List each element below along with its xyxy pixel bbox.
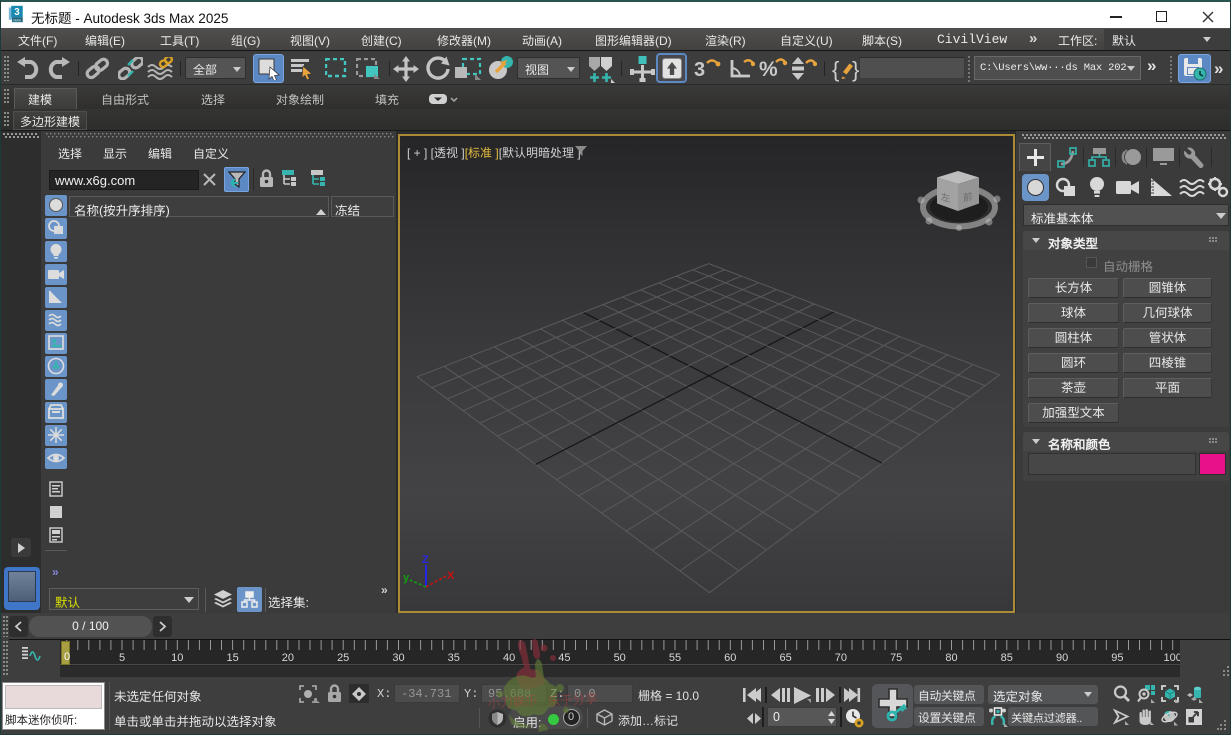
svg-text:20: 20	[282, 652, 294, 664]
svg-text:小刀娱乐: 小刀娱乐	[487, 690, 538, 712]
svg-text:95: 95	[1111, 652, 1123, 664]
svg-text:85: 85	[1001, 652, 1013, 664]
svg-text:%: %	[759, 58, 778, 80]
svg-text:25: 25	[337, 652, 349, 664]
svg-text:MAX: MAX	[13, 18, 22, 22]
svg-text:100: 100	[1164, 652, 1180, 664]
svg-text:30: 30	[392, 652, 404, 664]
svg-text:75: 75	[890, 652, 902, 664]
svg-text:3: 3	[694, 59, 705, 81]
svg-text:乐于分享: 乐于分享	[547, 688, 598, 710]
svg-text:前: 前	[963, 190, 973, 204]
svg-text:35: 35	[448, 652, 460, 664]
svg-text:左: 左	[941, 191, 951, 205]
svg-text:80: 80	[945, 652, 957, 664]
svg-text:65: 65	[779, 652, 791, 664]
svg-text:Z: Z	[422, 554, 429, 566]
svg-text:10: 10	[171, 652, 183, 664]
svg-text:3: 3	[14, 7, 20, 18]
svg-text:{: {	[832, 57, 839, 82]
svg-text:X: X	[447, 570, 455, 582]
svg-text:70: 70	[835, 652, 847, 664]
svg-text:60: 60	[724, 652, 736, 664]
svg-text:55: 55	[669, 652, 681, 664]
svg-text:15: 15	[226, 652, 238, 664]
svg-text:5: 5	[119, 652, 125, 664]
svg-text:90: 90	[1056, 652, 1068, 664]
svg-text:y: y	[403, 572, 410, 584]
